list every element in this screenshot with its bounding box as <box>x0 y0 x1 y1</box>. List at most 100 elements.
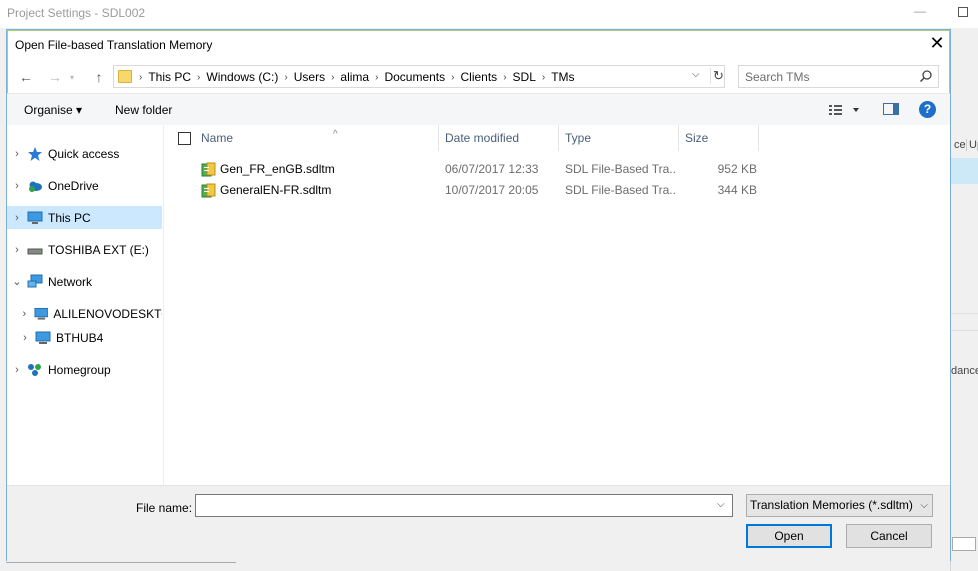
breadcrumb-separator-icon[interactable]: › <box>539 72 548 83</box>
breadcrumb-item[interactable]: Clients <box>458 70 501 84</box>
nav-item-onedrive[interactable]: › OneDrive <box>7 174 162 197</box>
file-row[interactable]: GeneralEN-FR.sdltm 10/07/2017 20:05 SDL … <box>165 180 950 201</box>
column-header-name[interactable]: Name ^ <box>195 125 439 151</box>
chevron-right-icon[interactable]: › <box>15 308 34 320</box>
change-view-icon[interactable] <box>827 102 863 118</box>
file-type: SDL File-Based Tra... <box>565 183 677 197</box>
address-dropdown-icon[interactable]: ⌵ <box>692 69 700 80</box>
help-icon[interactable]: ? <box>919 101 936 118</box>
address-bar[interactable]: › This PC › Windows (C:) › Users › alima › Docume… <box>113 65 725 88</box>
nav-item-label: This PC <box>48 210 91 225</box>
nav-item-this-pc[interactable]: › This PC <box>7 206 162 229</box>
star-icon <box>28 146 42 161</box>
background-window-title: Project Settings - SDL002 <box>7 6 146 20</box>
background-divider <box>6 562 236 563</box>
column-header-size[interactable]: Size <box>679 125 759 151</box>
file-name: GeneralEN-FR.sdltm <box>220 183 332 197</box>
breadcrumb-item[interactable]: Windows (C:) <box>203 70 281 84</box>
back-button[interactable]: ← <box>16 67 36 87</box>
sort-ascending-icon: ^ <box>333 129 338 140</box>
chevron-right-icon[interactable]: › <box>7 212 27 224</box>
background-window-panel <box>950 28 978 571</box>
up-button[interactable]: ↑ <box>89 67 109 87</box>
file-type-filter-select[interactable]: Translation Memories (*.sdltm) ⌵ <box>746 494 933 517</box>
breadcrumb-separator-icon[interactable]: › <box>448 72 457 83</box>
file-row[interactable]: Gen_FR_enGB.sdltm 06/07/2017 12:33 SDL F… <box>165 159 950 180</box>
breadcrumb-item[interactable]: alima <box>337 70 372 84</box>
column-header-date-modified[interactable]: Date modified <box>439 125 559 151</box>
chevron-right-icon[interactable]: › <box>7 180 27 192</box>
new-folder-button[interactable]: New folder <box>115 103 172 117</box>
network-icon <box>27 274 43 287</box>
folder-icon <box>118 70 132 83</box>
open-button[interactable]: Open <box>746 524 832 548</box>
nav-item-label: TOSHIBA EXT (E:) <box>48 242 149 257</box>
search-input[interactable] <box>745 69 915 85</box>
nav-item-bthub4[interactable]: › BTHUB4 <box>7 326 162 349</box>
navigation-pane: › Quick access › OneDrive › This PC › TO… <box>7 125 164 485</box>
nav-item-label: Quick access <box>48 146 120 161</box>
organise-menu-button[interactable]: Organise ▾ <box>24 103 82 117</box>
breadcrumb-separator-icon[interactable]: › <box>194 72 203 83</box>
nav-item-label: BTHUB4 <box>56 330 104 345</box>
preview-pane-icon[interactable] <box>883 103 899 115</box>
nav-item-toshiba-ext[interactable]: › TOSHIBA EXT (E:) <box>7 238 162 261</box>
search-box[interactable] <box>738 65 939 88</box>
background-input <box>952 537 976 551</box>
breadcrumb-item[interactable]: SDL <box>510 70 539 84</box>
background-window-titlebar: Project Settings - SDL002 — <box>0 0 978 28</box>
file-name-input[interactable] <box>200 498 700 514</box>
breadcrumb-item[interactable]: This PC <box>145 70 194 84</box>
breadcrumb-separator-icon[interactable]: › <box>372 72 381 83</box>
chevron-down-icon[interactable]: ⌵ <box>717 499 725 510</box>
file-date-modified: 06/07/2017 12:33 <box>445 162 539 176</box>
nav-item-label: OneDrive <box>48 178 99 193</box>
column-header-type[interactable]: Type <box>559 125 679 151</box>
nav-item-homegroup[interactable]: › Homegroup <box>7 358 162 381</box>
nav-item-quick-access[interactable]: › Quick access <box>7 142 162 165</box>
dialog-title: Open File-based Translation Memory <box>15 38 213 52</box>
chevron-right-icon[interactable]: › <box>15 332 35 344</box>
nav-item-label: Network <box>48 274 93 289</box>
nav-item-label: Homegroup <box>48 362 111 377</box>
chevron-right-icon[interactable]: › <box>7 148 27 160</box>
nav-item-alilenovodesktop[interactable]: › ALILENOVODESKTO <box>7 302 162 325</box>
recent-locations-chevron-icon[interactable]: ▾ <box>62 68 82 88</box>
chevron-right-icon[interactable]: › <box>7 244 27 256</box>
breadcrumb-separator-icon[interactable]: › <box>328 72 337 83</box>
cancel-button[interactable]: Cancel <box>846 524 932 548</box>
refresh-icon[interactable]: ↻ <box>710 68 726 84</box>
command-toolbar: Organise ▾ New folder ? <box>7 93 950 125</box>
background-minimize-button[interactable]: — <box>914 4 928 18</box>
computer-icon <box>27 211 43 224</box>
background-divider <box>951 330 978 331</box>
nav-item-network[interactable]: ⌄ Network <box>7 270 162 293</box>
search-icon[interactable] <box>919 69 933 83</box>
chevron-down-icon[interactable]: ⌵ <box>920 495 928 516</box>
file-name: Gen_FR_enGB.sdltm <box>220 162 335 176</box>
background-column-fragment: Up <box>966 139 978 151</box>
cloud-icon <box>29 181 42 192</box>
nav-item-label: ALILENOVODESKTO <box>53 306 162 321</box>
open-file-dialog: Open File-based Translation Memory ✕ ← →… <box>6 29 951 561</box>
sdltm-file-icon <box>201 183 216 198</box>
background-column-fragment: ce <box>954 139 966 151</box>
homegroup-icon <box>28 363 41 376</box>
chevron-down-icon[interactable]: ⌄ <box>7 275 27 288</box>
breadcrumb-separator-icon[interactable]: › <box>281 72 290 83</box>
breadcrumb-item[interactable]: Documents <box>381 70 448 84</box>
background-maximize-button[interactable] <box>958 7 968 17</box>
breadcrumb: › This PC › Windows (C:) › Users › alima › Docume… <box>136 70 578 84</box>
close-icon[interactable]: ✕ <box>927 33 947 53</box>
sdltm-file-icon <box>201 162 216 177</box>
file-list: Name ^ Date modified Type Size Gen_FR_en… <box>165 125 950 485</box>
chevron-right-icon[interactable]: › <box>7 364 27 376</box>
breadcrumb-separator-icon[interactable]: › <box>500 72 509 83</box>
file-type-filter-value: Translation Memories (*.sdltm) <box>750 498 913 512</box>
breadcrumb-separator-icon[interactable]: › <box>136 72 145 83</box>
breadcrumb-item[interactable]: TMs <box>548 70 577 84</box>
column-header-label: Name <box>201 131 234 145</box>
file-name-combobox[interactable]: ⌵ <box>195 494 733 517</box>
select-all-checkbox[interactable] <box>178 132 191 145</box>
breadcrumb-item[interactable]: Users <box>291 70 328 84</box>
